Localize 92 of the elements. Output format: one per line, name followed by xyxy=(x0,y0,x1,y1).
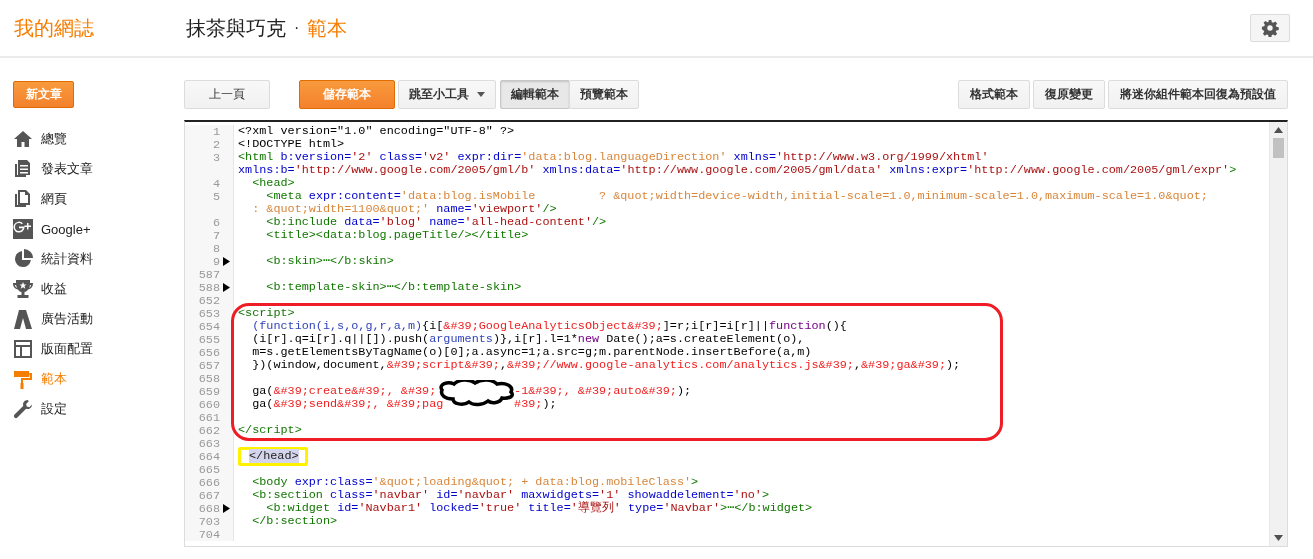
toolbar-button[interactable]: 格式範本 xyxy=(958,80,1030,109)
line-number: 658 xyxy=(198,371,220,386)
line-number: 8 xyxy=(212,241,220,256)
line-number: 664 xyxy=(198,449,220,464)
wrench-icon xyxy=(13,399,33,419)
code-line: <title><data:blog.pageTitle/></title> xyxy=(265,229,530,242)
line-number: 4 xyxy=(212,176,220,191)
code-line: (i[r].q=i[r].q||[]).push(arguments)},i[r].l=1*new Date();a=s.createElement(o), xyxy=(251,333,806,346)
line-number: 665 xyxy=(198,462,220,477)
line-number: 703 xyxy=(198,514,220,529)
dropdown-button[interactable]: 跳至小工具 xyxy=(398,80,496,109)
expand-arrow-icon[interactable] xyxy=(223,257,230,266)
code-line: <b:section class='navbar' id='navbar' maxwidgets='1' showaddelement='no'> xyxy=(251,489,771,502)
line-number: 662 xyxy=(198,423,220,438)
sidebar-item[interactable]: Google+ xyxy=(0,214,184,244)
google-plus-icon xyxy=(13,219,33,239)
code-line: })(window,document,&#39;script&#39;,&#39;//www.google-analytics.com/analytics.js&#39;,&#39;ga&#39;); xyxy=(251,359,962,372)
code-line: <html b:version='2' class='v2' expr:dir='data:blog.languageDirection' xmlns='http://www.w3.org/1999/xhtml' xyxy=(238,151,990,164)
line-number: 9 xyxy=(212,254,220,269)
sidebar-item[interactable]: 版面配置 xyxy=(0,334,184,364)
code-editor[interactable] xyxy=(184,120,1288,547)
pie-chart-icon xyxy=(13,249,33,269)
view-toggle-button[interactable]: 預覽範本 xyxy=(569,80,639,109)
code-line: <head> xyxy=(251,177,296,190)
line-number: 668 xyxy=(198,501,220,516)
line-number: 654 xyxy=(198,319,220,334)
sidebar-item[interactable]: 廣告活動 xyxy=(0,304,184,334)
line-number: 652 xyxy=(198,293,220,308)
code-line: <meta expr:content='data:blog.isMobile ? &quot;width=device-width,initial-scale=1.0,minimum-scale=1.0,maximum-scale=1.0&quot; xyxy=(265,190,1209,203)
document-stack-icon xyxy=(13,159,33,179)
line-number: 666 xyxy=(198,475,220,490)
blog-title: 抹茶與巧克 xyxy=(186,15,286,41)
line-number: 6 xyxy=(212,215,220,230)
sidebar-item[interactable]: 收益 xyxy=(0,274,184,304)
sidebar-item[interactable]: 總覽 xyxy=(0,124,184,154)
code-line: <?xml version="1.0" encoding="UTF-8" ?> xyxy=(238,125,516,138)
title-separator: · xyxy=(294,19,300,37)
scroll-thumb[interactable] xyxy=(1273,138,1284,158)
code-line: : &quot;width=1100&quot;' name='viewport'/> xyxy=(251,203,558,216)
code-line: <b:template-skin>⋯</b:template-skin> xyxy=(265,281,523,294)
line-number: 3 xyxy=(212,150,220,165)
trophy-icon xyxy=(13,279,33,299)
code-line: ga(&#39;create&#39;, &#39; -1&#39;, &#39;auto&#39;); xyxy=(238,385,999,398)
code-line: m=s.getElementsByTagName(o)[0];a.async=1;a.src=g;m.parentNode.insertBefore(a,m) xyxy=(251,346,813,359)
code-line: <!DOCTYPE html> xyxy=(238,138,346,151)
scroll-down-icon[interactable] xyxy=(1274,535,1283,541)
line-number: 655 xyxy=(198,332,220,347)
line-number: 657 xyxy=(198,358,220,373)
layout-icon xyxy=(13,339,33,359)
line-number: 1 xyxy=(212,124,220,139)
line-number: 659 xyxy=(198,384,220,399)
code-line: </script> xyxy=(238,424,303,437)
page-title: 範本 xyxy=(307,15,348,41)
expand-arrow-icon[interactable] xyxy=(223,504,230,513)
tent-icon xyxy=(13,309,33,329)
line-number: 660 xyxy=(198,397,220,412)
line-number: 661 xyxy=(198,410,220,425)
paint-roller-icon xyxy=(13,369,33,389)
line-number: 656 xyxy=(198,345,220,360)
toolbar-button[interactable]: 復原變更 xyxy=(1033,80,1105,109)
line-number: 588 xyxy=(198,280,220,295)
code-line: <b:widget id='Navbar1' locked='true' title='導覽列' type='Navbar'>⋯</b:widget> xyxy=(265,502,814,515)
code-line: <script> xyxy=(238,307,296,320)
sidebar-item[interactable]: 設定 xyxy=(0,394,184,424)
line-number: 663 xyxy=(198,436,220,451)
line-number: 587 xyxy=(198,267,220,282)
view-toggle-button[interactable]: 編輯範本 xyxy=(500,80,570,109)
home-icon xyxy=(13,129,33,149)
code-line: <b:skin>⋯</b:skin> xyxy=(265,255,395,268)
line-number: 704 xyxy=(198,527,220,542)
code-line: ga(&#39;send&#39;, &#39;pag #39;); xyxy=(251,398,558,411)
scroll-up-icon[interactable] xyxy=(1274,127,1283,133)
code-line: <b:include data='blog' name='all-head-content'/> xyxy=(265,216,608,229)
line-number: 667 xyxy=(198,488,220,503)
expand-arrow-icon[interactable] xyxy=(223,283,230,292)
line-number: 5 xyxy=(212,189,220,204)
settings-button[interactable] xyxy=(1250,14,1290,42)
line-number: 7 xyxy=(212,228,220,243)
caret-icon xyxy=(477,92,485,97)
pages-icon xyxy=(13,189,33,209)
code-line: (function(i,s,o,g,r,a,m){i[&#39;GoogleAnalyticsObject&#39;]=r;i[r]=i[r]||function(){ xyxy=(251,320,848,333)
toolbar-button[interactable]: 將迷你組件範本回復為預設值 xyxy=(1108,80,1288,109)
toolbar-button[interactable]: 上一頁 xyxy=(184,80,270,109)
line-number: 2 xyxy=(212,137,220,152)
code-line: </b:section> xyxy=(251,515,339,528)
code-line: xmlns:b='http://www.google.com/2005/gml/b' xmlns:data='http://www.google.com/2005/gml/data' xmlns:expr='http://www.google.com/2005/gml/expr'> xyxy=(238,164,1238,177)
sidebar-item[interactable]: 統計資料 xyxy=(0,244,184,274)
settings-icon xyxy=(1261,19,1279,37)
line-number: 653 xyxy=(198,306,220,321)
sidebar-item[interactable]: 發表文章 xyxy=(0,154,184,184)
sidebar-item[interactable]: 網頁 xyxy=(0,184,184,214)
code-line: <body expr:class='&quot;loading&quot; + data:blog.mobileClass'> xyxy=(251,476,700,489)
